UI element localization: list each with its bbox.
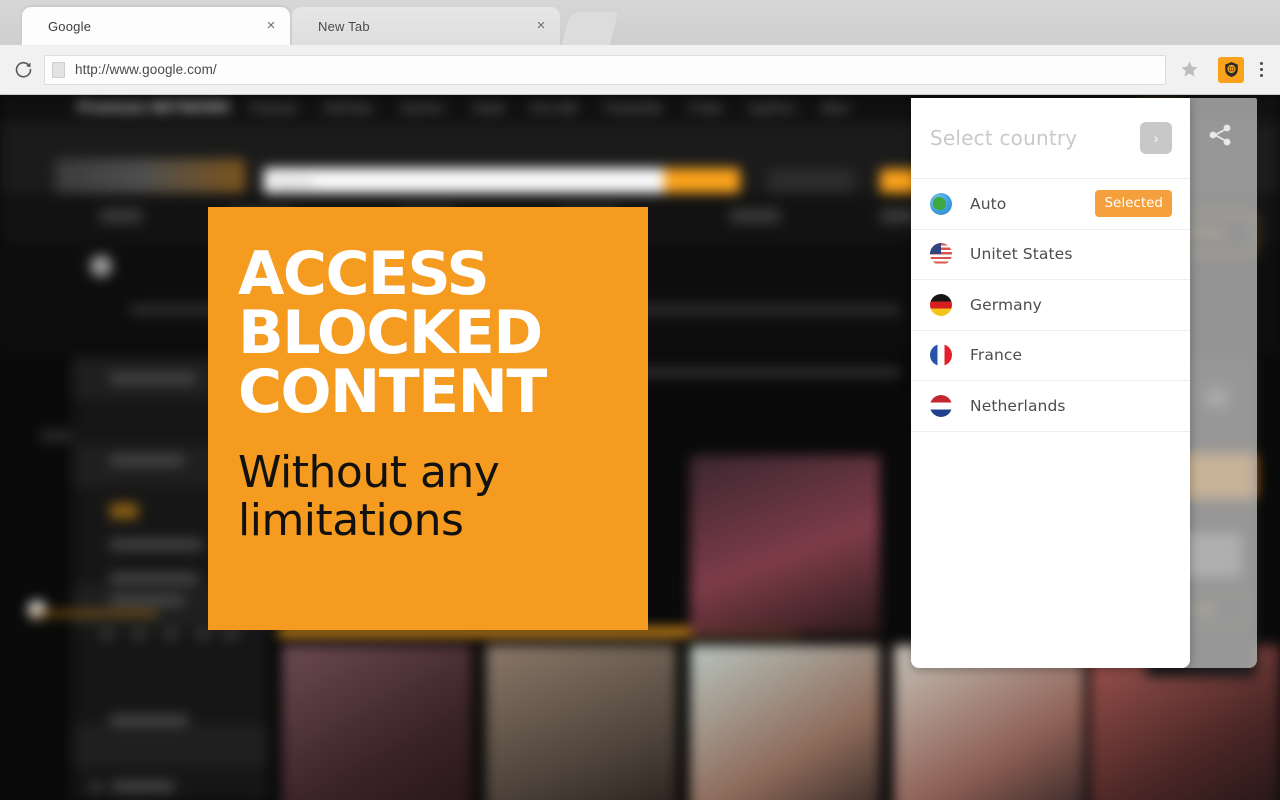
bookmark-button[interactable] bbox=[1172, 60, 1206, 79]
three-dot-menu-icon bbox=[1259, 62, 1263, 65]
country-row-france[interactable]: France bbox=[911, 329, 1190, 381]
reload-button[interactable] bbox=[4, 51, 42, 89]
duration-tick bbox=[100, 630, 114, 638]
address-bar[interactable]: http://www.google.com/ bbox=[44, 54, 1166, 85]
site-nav-item[interactable]: GayPorn bbox=[748, 101, 795, 115]
promo-card: ACCESS BLOCKED CONTENT Without any limit… bbox=[208, 207, 648, 630]
site-nav-item[interactable]: Porn MD bbox=[530, 101, 577, 115]
video-thumbnail[interactable] bbox=[690, 455, 880, 635]
notice-avatar bbox=[90, 255, 112, 277]
sidebar-option-homemade[interactable] bbox=[110, 573, 198, 584]
video-thumbnail[interactable] bbox=[894, 645, 1084, 800]
site-brand-graphic bbox=[55, 159, 245, 193]
vpn-shield-extension-icon bbox=[1224, 62, 1238, 77]
video-thumbnail[interactable] bbox=[282, 645, 472, 800]
sidebar-header-text bbox=[110, 373, 196, 384]
duration-slider-knob[interactable] bbox=[28, 601, 46, 619]
promo-headline-line1: ACCESS bbox=[238, 239, 490, 309]
next-chevron-button[interactable]: › bbox=[1140, 122, 1172, 154]
country-row-germany[interactable]: Germany bbox=[911, 279, 1190, 330]
sidebar-section-header bbox=[72, 725, 268, 765]
vpn-extension-button[interactable] bbox=[1218, 56, 1244, 83]
tab-title: Google bbox=[48, 18, 92, 34]
url-text: http://www.google.com/ bbox=[75, 62, 217, 77]
tab-strip: Google × New Tab × bbox=[0, 0, 1280, 45]
country-name: Germany bbox=[970, 295, 1042, 314]
site-search-placeholder: Search... bbox=[274, 175, 323, 189]
popup-list-end-divider bbox=[911, 430, 1190, 432]
browser-chrome: Google × New Tab × http://www.google.com… bbox=[0, 0, 1280, 95]
fr-flag-icon bbox=[930, 344, 952, 367]
promo-headline-line2: BLOCKED bbox=[238, 297, 543, 368]
country-row-netherlands[interactable]: Netherlands bbox=[911, 380, 1190, 431]
bookmark-star-icon bbox=[1181, 61, 1197, 77]
country-name: France bbox=[970, 346, 1023, 365]
country-name: Auto bbox=[970, 194, 1007, 213]
video-thumbnail[interactable] bbox=[690, 645, 880, 800]
country-name: Unitet States bbox=[970, 245, 1073, 264]
three-dot-menu-icon bbox=[1259, 68, 1263, 71]
sidebar-option-professional[interactable] bbox=[110, 539, 202, 550]
screen-root: Premium NETWORK Premium RedTube YouPorn … bbox=[0, 0, 1280, 800]
tab-google[interactable]: Google × bbox=[22, 7, 290, 45]
share-icon[interactable] bbox=[1206, 124, 1234, 146]
us-flag-icon bbox=[930, 243, 952, 266]
site-logo: Premium NETWORK bbox=[78, 99, 232, 116]
browser-toolbar: http://www.google.com/ bbox=[0, 45, 1280, 95]
duration-tick bbox=[132, 630, 146, 638]
site-nav-item[interactable]: More bbox=[822, 101, 849, 115]
duration-tick bbox=[196, 630, 210, 638]
globe-flag-icon bbox=[930, 192, 952, 215]
sidebar-category-checkbox[interactable] bbox=[92, 783, 101, 792]
video-thumbnail[interactable] bbox=[486, 645, 676, 800]
country-row-auto[interactable]: Auto Selected bbox=[911, 178, 1190, 229]
new-tab-button[interactable] bbox=[561, 12, 619, 45]
site-nav-item[interactable]: Thumbzilla bbox=[603, 101, 661, 115]
site-nav-item[interactable]: VTube bbox=[688, 101, 723, 115]
popup-header: Select country › bbox=[911, 98, 1190, 178]
reload-icon bbox=[15, 62, 31, 78]
de-flag-icon bbox=[930, 293, 952, 316]
duration-slider-track[interactable] bbox=[32, 611, 158, 616]
close-icon[interactable]: × bbox=[532, 17, 550, 35]
site-nav-item[interactable]: YouPorn bbox=[399, 101, 445, 115]
status-badge: Selected bbox=[1095, 190, 1172, 218]
subnav-item[interactable] bbox=[730, 209, 780, 223]
tab-new-tab[interactable]: New Tab × bbox=[292, 7, 560, 45]
country-selector-popup: Select country › Auto Selected Unitet St… bbox=[911, 98, 1190, 668]
sidebar-label-duration bbox=[110, 595, 184, 606]
duration-tick bbox=[164, 630, 178, 638]
sidebar-category-item[interactable] bbox=[112, 781, 174, 792]
tab-title: New Tab bbox=[318, 18, 370, 34]
site-nav-item[interactable]: Tube8 bbox=[471, 101, 505, 115]
sidebar-swatch bbox=[110, 503, 138, 519]
subnav-item[interactable] bbox=[100, 209, 142, 223]
browser-menu-button[interactable] bbox=[1248, 62, 1274, 77]
site-upload-button[interactable] bbox=[768, 169, 854, 195]
sidebar-label-categories bbox=[110, 715, 188, 726]
country-row-united-states[interactable]: Unitet States bbox=[911, 228, 1190, 280]
site-nav-item[interactable]: RedTube bbox=[324, 101, 373, 115]
promo-headline-line3: CONTENT bbox=[238, 356, 547, 427]
popup-title: Select country bbox=[930, 126, 1078, 150]
promo-subline-2: limitations bbox=[238, 494, 464, 546]
site-nav-item[interactable]: Premium bbox=[250, 101, 298, 115]
nl-flag-icon bbox=[930, 394, 952, 417]
three-dot-menu-icon bbox=[1259, 74, 1263, 77]
country-name: Netherlands bbox=[970, 396, 1066, 415]
close-icon[interactable]: × bbox=[262, 17, 280, 35]
sidebar-label-production bbox=[110, 455, 184, 466]
duration-tick bbox=[224, 630, 238, 638]
page-document-icon bbox=[52, 61, 65, 78]
site-nav: Premium RedTube YouPorn Tube8 Porn MD Th… bbox=[250, 101, 849, 115]
promo-subline-1: Without any bbox=[238, 447, 500, 499]
